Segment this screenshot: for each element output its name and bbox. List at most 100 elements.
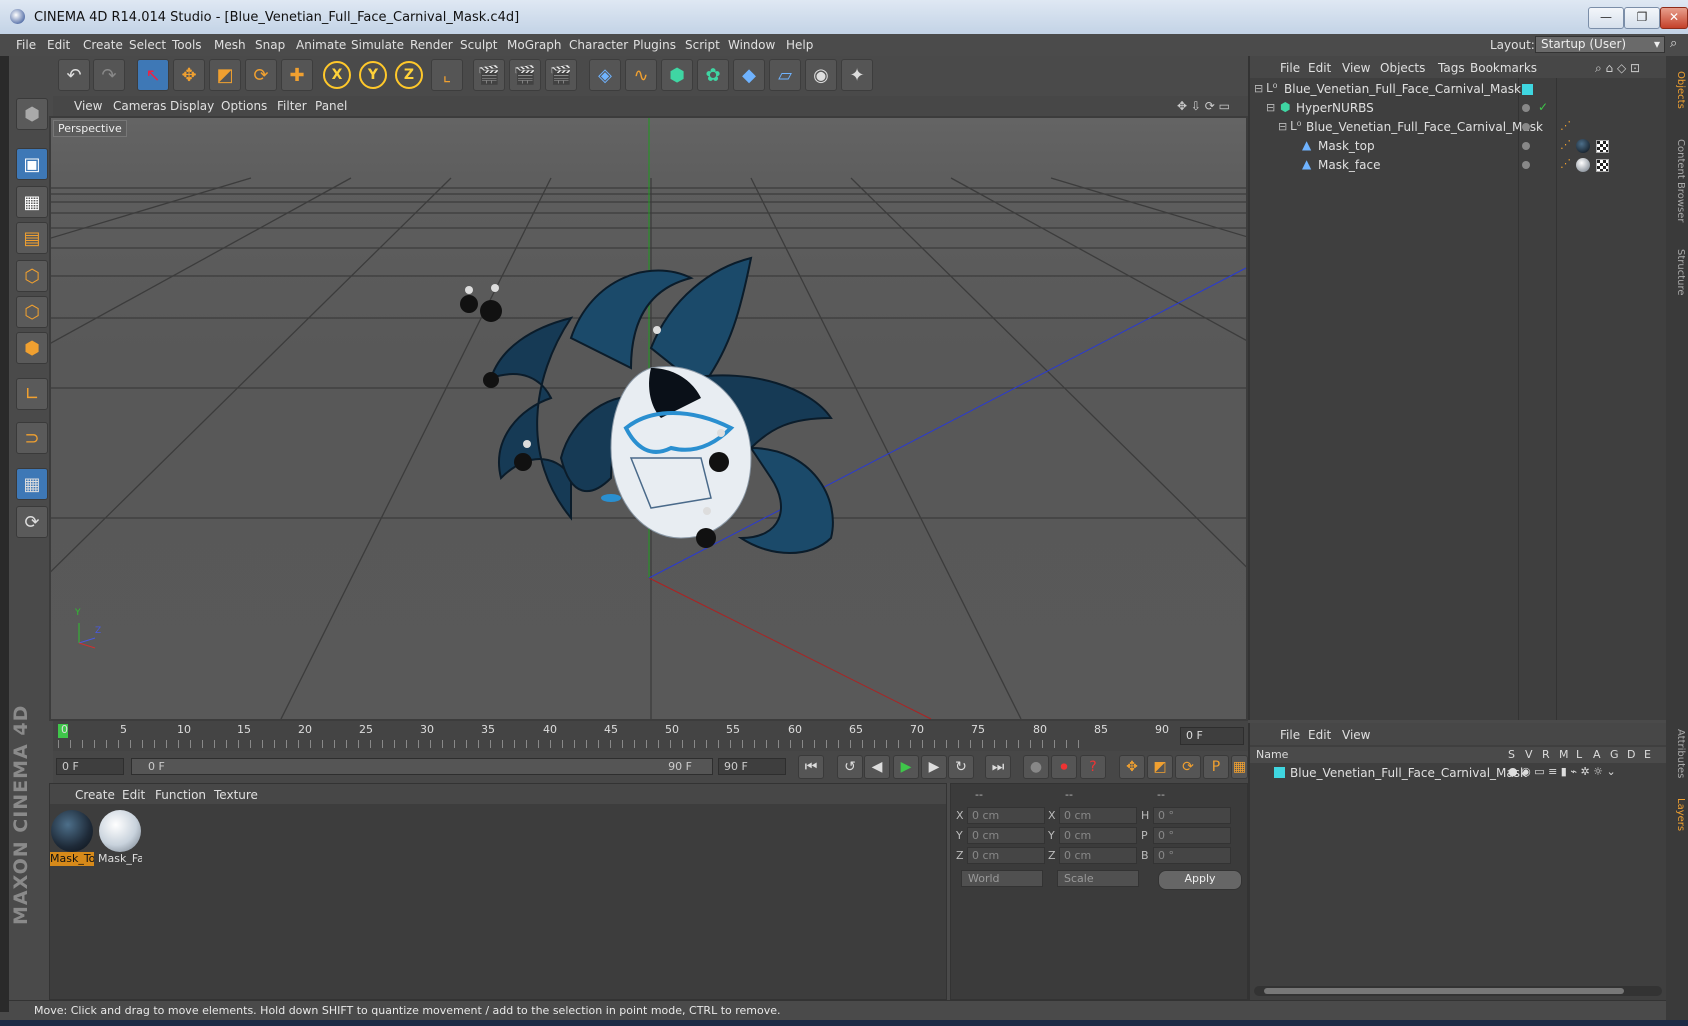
rotation-p-field[interactable]: 0 ° bbox=[1153, 827, 1231, 844]
layer-menu-file[interactable]: File bbox=[1280, 728, 1300, 742]
viewport-navigation-icons[interactable]: ✥ ⇩ ⟳ ▭ bbox=[1177, 99, 1230, 113]
scrollbar-thumb[interactable] bbox=[1264, 988, 1624, 994]
workplane-lock-icon[interactable]: ⟳ bbox=[16, 506, 48, 538]
phong-tag-icon[interactable]: ⋰ bbox=[1560, 119, 1571, 132]
object-menu-edit[interactable]: Edit bbox=[1308, 61, 1331, 75]
enabled-check-icon[interactable]: ✓ bbox=[1538, 100, 1548, 114]
z-axis-lock-icon[interactable]: Z bbox=[395, 61, 423, 89]
menu-snap[interactable]: Snap bbox=[255, 38, 285, 52]
viewport-menu-filter[interactable]: Filter bbox=[277, 99, 307, 113]
menu-file[interactable]: File bbox=[16, 38, 36, 52]
size-mode-select[interactable]: Scale bbox=[1057, 870, 1139, 887]
object-row[interactable]: ⊟ ⬢ HyperNURBS ✓ bbox=[1250, 99, 1666, 118]
tab-structure[interactable]: Structure bbox=[1668, 242, 1686, 302]
frame-range-slider[interactable]: 0 F 90 F bbox=[131, 758, 713, 775]
tweak-magnet-icon[interactable]: ⊃ bbox=[16, 422, 48, 454]
undo-icon[interactable]: ↶ bbox=[58, 59, 90, 91]
expand-icon[interactable]: ⊟ bbox=[1266, 101, 1275, 114]
uvw-tag-icon[interactable] bbox=[1596, 140, 1609, 153]
object-menu-view[interactable]: View bbox=[1342, 61, 1370, 75]
menu-animate[interactable]: Animate bbox=[296, 38, 346, 52]
position-z-field[interactable]: 0 cm bbox=[967, 847, 1045, 864]
material-menu-create[interactable]: Create bbox=[75, 788, 115, 802]
material-swatch-mask-top[interactable]: Mask_To bbox=[50, 810, 94, 870]
points-mode-icon[interactable]: ⬡ bbox=[16, 260, 48, 292]
object-row[interactable]: ▲ Mask_face ⋰ bbox=[1250, 156, 1666, 175]
next-frame-icon[interactable]: ▶ bbox=[921, 755, 947, 779]
key-scale-icon[interactable]: ◩ bbox=[1147, 755, 1173, 779]
apply-button[interactable]: Apply bbox=[1158, 870, 1242, 890]
position-y-field[interactable]: 0 cm bbox=[967, 827, 1045, 844]
size-x-field[interactable]: 0 cm bbox=[1059, 807, 1137, 824]
timeline-ruler[interactable]: 0 5 10 15 20 25 30 35 40 45 50 55 60 65 … bbox=[53, 721, 1248, 751]
key-rotation-icon[interactable]: ⟳ bbox=[1175, 755, 1201, 779]
previous-frame-icon[interactable]: ◀ bbox=[864, 755, 890, 779]
layer-menu-view[interactable]: View bbox=[1342, 728, 1370, 742]
viewport-label[interactable]: Perspective bbox=[53, 120, 127, 137]
material-menu-texture[interactable]: Texture bbox=[214, 788, 258, 802]
menu-character[interactable]: Character bbox=[569, 38, 628, 52]
redo-icon[interactable]: ↷ bbox=[93, 59, 125, 91]
visibility-dot[interactable] bbox=[1522, 142, 1530, 150]
menu-create[interactable]: Create bbox=[83, 38, 123, 52]
object-row[interactable]: ▲ Mask_top ⋰ bbox=[1250, 137, 1666, 156]
layer-color-swatch[interactable] bbox=[1274, 767, 1285, 778]
start-frame-field[interactable]: 0 F bbox=[56, 758, 124, 775]
render-picture-viewer-icon[interactable]: 🎬 bbox=[509, 59, 541, 91]
record-off-icon[interactable]: ● bbox=[1023, 755, 1049, 779]
scale-tool-icon[interactable]: ◩ bbox=[209, 59, 241, 91]
end-frame-field[interactable]: 90 F bbox=[718, 758, 786, 775]
rotation-b-field[interactable]: 0 ° bbox=[1153, 847, 1231, 864]
object-mode-icon[interactable]: ▣ bbox=[16, 148, 48, 180]
edges-mode-icon[interactable]: ⬡ bbox=[16, 296, 48, 328]
key-pla-icon[interactable]: ▦ bbox=[1231, 755, 1248, 779]
object-row[interactable]: ⊟ L⁰ Blue_Venetian_Full_Face_Carnival_Ma… bbox=[1250, 118, 1666, 137]
menu-plugins[interactable]: Plugins bbox=[633, 38, 676, 52]
layout-select[interactable]: Startup (User) ▾ bbox=[1535, 36, 1665, 53]
visibility-dot[interactable] bbox=[1522, 123, 1530, 131]
menu-help[interactable]: Help bbox=[786, 38, 813, 52]
keyframe-selection-icon[interactable]: ? bbox=[1080, 755, 1106, 779]
expand-icon[interactable]: ⊟ bbox=[1278, 120, 1287, 133]
viewport-menu-cameras[interactable]: Cameras bbox=[113, 99, 166, 113]
material-menu-edit[interactable]: Edit bbox=[122, 788, 145, 802]
layer-menu-edit[interactable]: Edit bbox=[1308, 728, 1331, 742]
workplane-mode-icon[interactable]: ▤ bbox=[16, 222, 48, 254]
key-param-icon[interactable]: P bbox=[1203, 755, 1229, 779]
position-x-field[interactable]: 0 cm bbox=[967, 807, 1045, 824]
coordinate-space-select[interactable]: World bbox=[961, 870, 1043, 887]
spline-pen-icon[interactable]: ∿ bbox=[625, 59, 657, 91]
object-menu-objects[interactable]: Objects bbox=[1380, 61, 1425, 75]
array-object-icon[interactable]: ✿ bbox=[697, 59, 729, 91]
object-manager-nav-icons[interactable]: ⌕ ⌂ ◇ ⊡ bbox=[1595, 61, 1640, 76]
object-menu-bookmarks[interactable]: Bookmarks bbox=[1470, 61, 1537, 75]
uvw-tag-icon[interactable] bbox=[1596, 159, 1609, 172]
coordinate-system-icon[interactable]: ⌞ bbox=[431, 59, 463, 91]
phong-tag-icon[interactable]: ⋰ bbox=[1560, 138, 1571, 151]
snap-lock-icon[interactable]: ▦ bbox=[16, 468, 48, 500]
viewport-menu-view[interactable]: View bbox=[74, 99, 102, 113]
texture-mode-icon[interactable]: ▦ bbox=[16, 186, 48, 218]
move-tool-icon[interactable]: ✥ bbox=[173, 59, 205, 91]
object-menu-file[interactable]: File bbox=[1280, 61, 1300, 75]
material-swatch-mask-face[interactable]: Mask_Fa bbox=[98, 810, 142, 870]
tab-objects[interactable]: Objects bbox=[1668, 60, 1686, 120]
search-icon[interactable]: ⌕ bbox=[1670, 36, 1677, 51]
menu-script[interactable]: Script bbox=[685, 38, 720, 52]
expand-icon[interactable]: ⊟ bbox=[1254, 82, 1263, 95]
y-axis-lock-icon[interactable]: Y bbox=[359, 61, 387, 89]
light-object-icon[interactable]: ✦ bbox=[841, 59, 873, 91]
layer-horizontal-scrollbar[interactable] bbox=[1254, 986, 1662, 996]
menu-edit[interactable]: Edit bbox=[47, 38, 70, 52]
size-z-field[interactable]: 0 cm bbox=[1059, 847, 1137, 864]
menu-sculpt[interactable]: Sculpt bbox=[460, 38, 497, 52]
axis-mode-icon[interactable]: ∟ bbox=[16, 378, 48, 410]
size-y-field[interactable]: 0 cm bbox=[1059, 827, 1137, 844]
tab-layers[interactable]: Layers bbox=[1668, 790, 1686, 840]
add-tool-icon[interactable]: ✚ bbox=[281, 59, 313, 91]
x-axis-lock-icon[interactable]: X bbox=[323, 61, 351, 89]
material-menu-function[interactable]: Function bbox=[155, 788, 206, 802]
model-mode-icon[interactable]: ⬢ bbox=[16, 98, 48, 130]
polygons-mode-icon[interactable]: ⬢ bbox=[16, 332, 48, 364]
menu-select[interactable]: Select bbox=[129, 38, 166, 52]
